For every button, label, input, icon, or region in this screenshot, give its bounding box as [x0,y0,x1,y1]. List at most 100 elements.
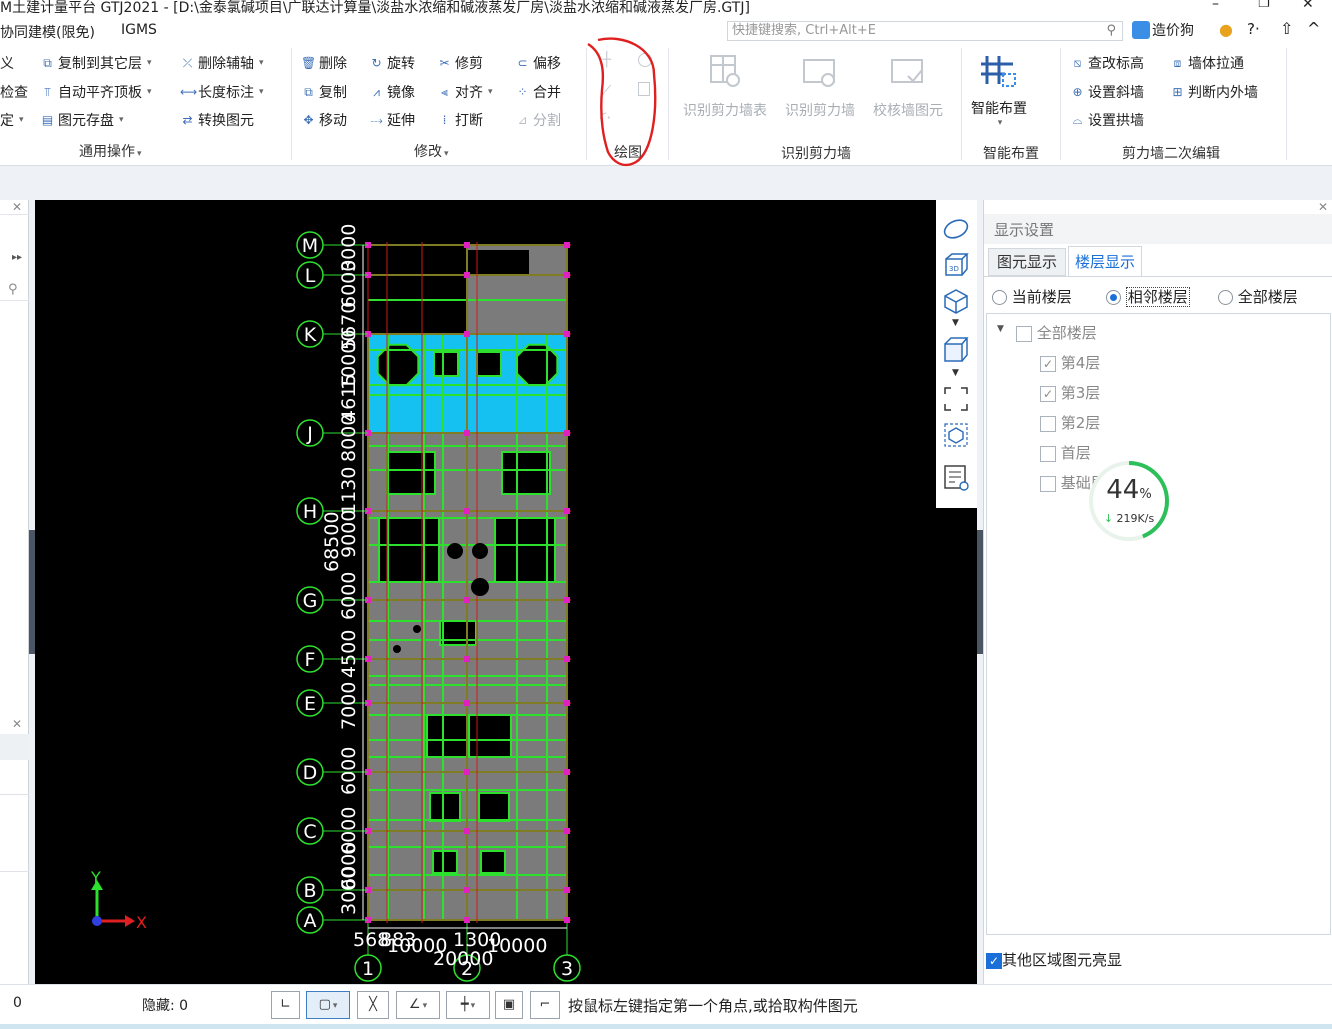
drawing-canvas[interactable]: M L K J H G F E D C B A 1 2 3 3000 6000 5670 10000 4615 8000… [35,200,977,984]
radio-adjacent-floor[interactable]: 相邻楼层 [1106,286,1190,307]
copy-button[interactable]: ⧉ 复制 [301,82,347,102]
ribbon-cut-item-1[interactable]: 义 [0,53,14,73]
search-input[interactable]: 快捷键搜索, Ctrl+Alt+E ⚲ [727,21,1123,41]
smart-layout-icon [981,56,1016,87]
floor-checkbox[interactable]: ✓ [1040,355,1056,372]
floor-item[interactable]: ✓ 第4层 [1040,352,1100,373]
smart-layout-button[interactable]: 智能布置 ▾ [971,50,1027,128]
dropdown-icon[interactable]: ▼ [952,318,959,328]
round-column [413,625,421,633]
minimize-button[interactable]: – [1212,0,1219,12]
close-button[interactable]: ✕ [1302,0,1314,12]
wall-table-icon [710,55,740,87]
floor-checkbox[interactable] [1040,475,1056,492]
left-panel-close-icon[interactable]: ✕ [12,200,22,214]
set-arch-wall-button[interactable]: ⌓ 设置拱墙 [1070,110,1144,130]
identify-wall-button[interactable]: 识别剪力墙 [785,52,855,120]
break-button[interactable]: ⁞ 打断 [437,110,483,130]
ribbon-cut-item-2[interactable]: 检查 [0,82,28,102]
user-area[interactable]: 造价狗 [1132,20,1194,40]
layer-button[interactable]: ▣ [495,991,523,1019]
ribbon-cut-item-3[interactable]: 定 ▾ [0,110,24,130]
wall-extend-button[interactable]: ⧈ 墙体拉通 [1170,53,1244,73]
vertical-dimension: 6000 [338,260,360,308]
copy-to-floor-button[interactable]: ⧉ 复制到其它层 ▾ [40,53,151,73]
set-slant-wall-button[interactable]: ⊕ 设置斜墙 [1070,82,1144,102]
properties-icon[interactable] [943,464,969,492]
identify-wall-icon [803,59,835,87]
tree-collapse-icon[interactable]: ▼ [997,324,1004,334]
tab-element-display[interactable]: 图元显示 [988,248,1066,276]
delete-button[interactable]: 🗑 删除 [301,53,347,73]
down-arrow-icon: ↓ [1103,512,1114,525]
dropdown-icon-2[interactable]: ▼ [952,368,959,378]
orbit-icon[interactable] [942,216,970,242]
menu-item-igms[interactable]: IGMS [121,22,157,38]
rect-select-icon: ▢ [318,997,331,1012]
radio-all-floors[interactable]: 全部楼层 [1218,286,1298,307]
chat-icon[interactable]: ● [1219,20,1233,39]
floor-item[interactable]: 第2层 [1040,412,1100,433]
left-search-icon[interactable]: ⚲ [8,282,18,297]
floor-checkbox[interactable] [1040,415,1056,432]
floor-checkbox[interactable] [1040,445,1056,462]
tree-root-all-floors[interactable]: 全部楼层 [1016,322,1097,343]
search-icon[interactable]: ⚲ [1106,22,1116,40]
auto-flush-top-button[interactable]: ⫪ 自动平齐顶板 ▾ [40,82,151,102]
group-label-common[interactable]: 通用操作 ▾ [79,141,142,161]
skin-icon[interactable]: ⇧ [1280,19,1293,38]
3d-view-icon[interactable]: 3D [943,252,969,278]
tab-floor-display[interactable]: 楼层显示 [1068,246,1142,277]
opening [468,714,512,758]
highlight-other-region-checkbox[interactable]: ✓ 其他区域图元亮显 [986,949,1122,970]
identify-wall-table-button[interactable]: 识别剪力墙表 [683,52,767,120]
trim-button[interactable]: ✂ 修剪 [437,53,483,73]
expand-icon[interactable]: ▸▸ [12,252,22,263]
collapse-ribbon-icon[interactable]: ^ [1307,19,1320,38]
select-mode-button[interactable]: ▢ ▾ [306,991,350,1019]
select-view-icon[interactable] [943,422,969,448]
group-label-modify[interactable]: 修改 ▾ [414,141,449,161]
left-panel2-close-icon[interactable]: ✕ [12,717,22,731]
align-button[interactable]: ⫷ 对齐 ▾ [437,82,492,102]
box-view-icon[interactable] [943,336,969,364]
angle-button[interactable]: ∠ ▾ [396,991,440,1019]
column-marker [564,917,570,923]
convert-element-button[interactable]: ⇄ 转换图元 [180,110,254,130]
floor-item[interactable]: ✓ 第3层 [1040,382,1100,403]
cube-view-icon[interactable] [943,288,969,314]
extend-button[interactable]: ⤏ 延伸 [369,110,415,130]
menu-item-collab[interactable]: 协同建模(限免) [0,22,95,42]
cross-button[interactable]: ╳ [357,991,389,1019]
void-area [368,245,467,334]
judge-inner-outer-button[interactable]: ⊞ 判断内外墙 [1170,82,1258,102]
opening [439,620,477,646]
hidden-count: 隐藏: 0 [142,998,189,1014]
snap-button[interactable]: ┿ ▾ [446,991,490,1019]
delete-aux-axis-button[interactable]: ⤫ 删除辅轴 ▾ [180,53,264,73]
snap-icon: ┿ [460,997,469,1012]
save-element-button[interactable]: ▤ 图元存盘 ▾ [40,110,124,130]
help-menu[interactable]: ?· [1247,20,1260,38]
rotate-button[interactable]: ↻ 旋转 [369,53,415,73]
panel-close-icon[interactable]: ✕ [1318,200,1328,214]
fullscreen-icon[interactable] [943,386,969,412]
floor-item[interactable]: 首层 [1040,442,1091,463]
edit-elevation-button[interactable]: ⧅ 查改标高 [1070,53,1144,73]
arc-button[interactable]: ⌐ [530,991,560,1019]
merge-button[interactable]: ⁘ 合并 [515,82,561,102]
row-axis-label: H [303,501,317,523]
check-wall-element-button[interactable]: 校核墙图元 [873,52,943,120]
length-dimension-button[interactable]: ⟷ 长度标注 ▾ [180,82,264,102]
floor-plan[interactable]: MLKJHGFEDCBA1 2 33000600056701000046158000… [35,200,977,984]
restore-button[interactable]: ❐ [1258,0,1270,11]
mirror-button[interactable]: ⩘ 镜像 [369,82,415,102]
radio-current-floor[interactable]: 当前楼层 [992,286,1072,307]
speed-badge[interactable]: 44% ↓ 219K/s [1087,459,1171,543]
ortho-button[interactable]: ∟ [271,991,300,1019]
move-button[interactable]: ✥ 移动 [301,110,347,130]
split-button[interactable]: ⊿ 分割 [515,110,561,130]
offset-button[interactable]: ⊂ 偏移 [515,53,561,73]
ortho-icon: ∟ [280,997,291,1012]
floor-checkbox[interactable]: ✓ [1040,385,1056,402]
